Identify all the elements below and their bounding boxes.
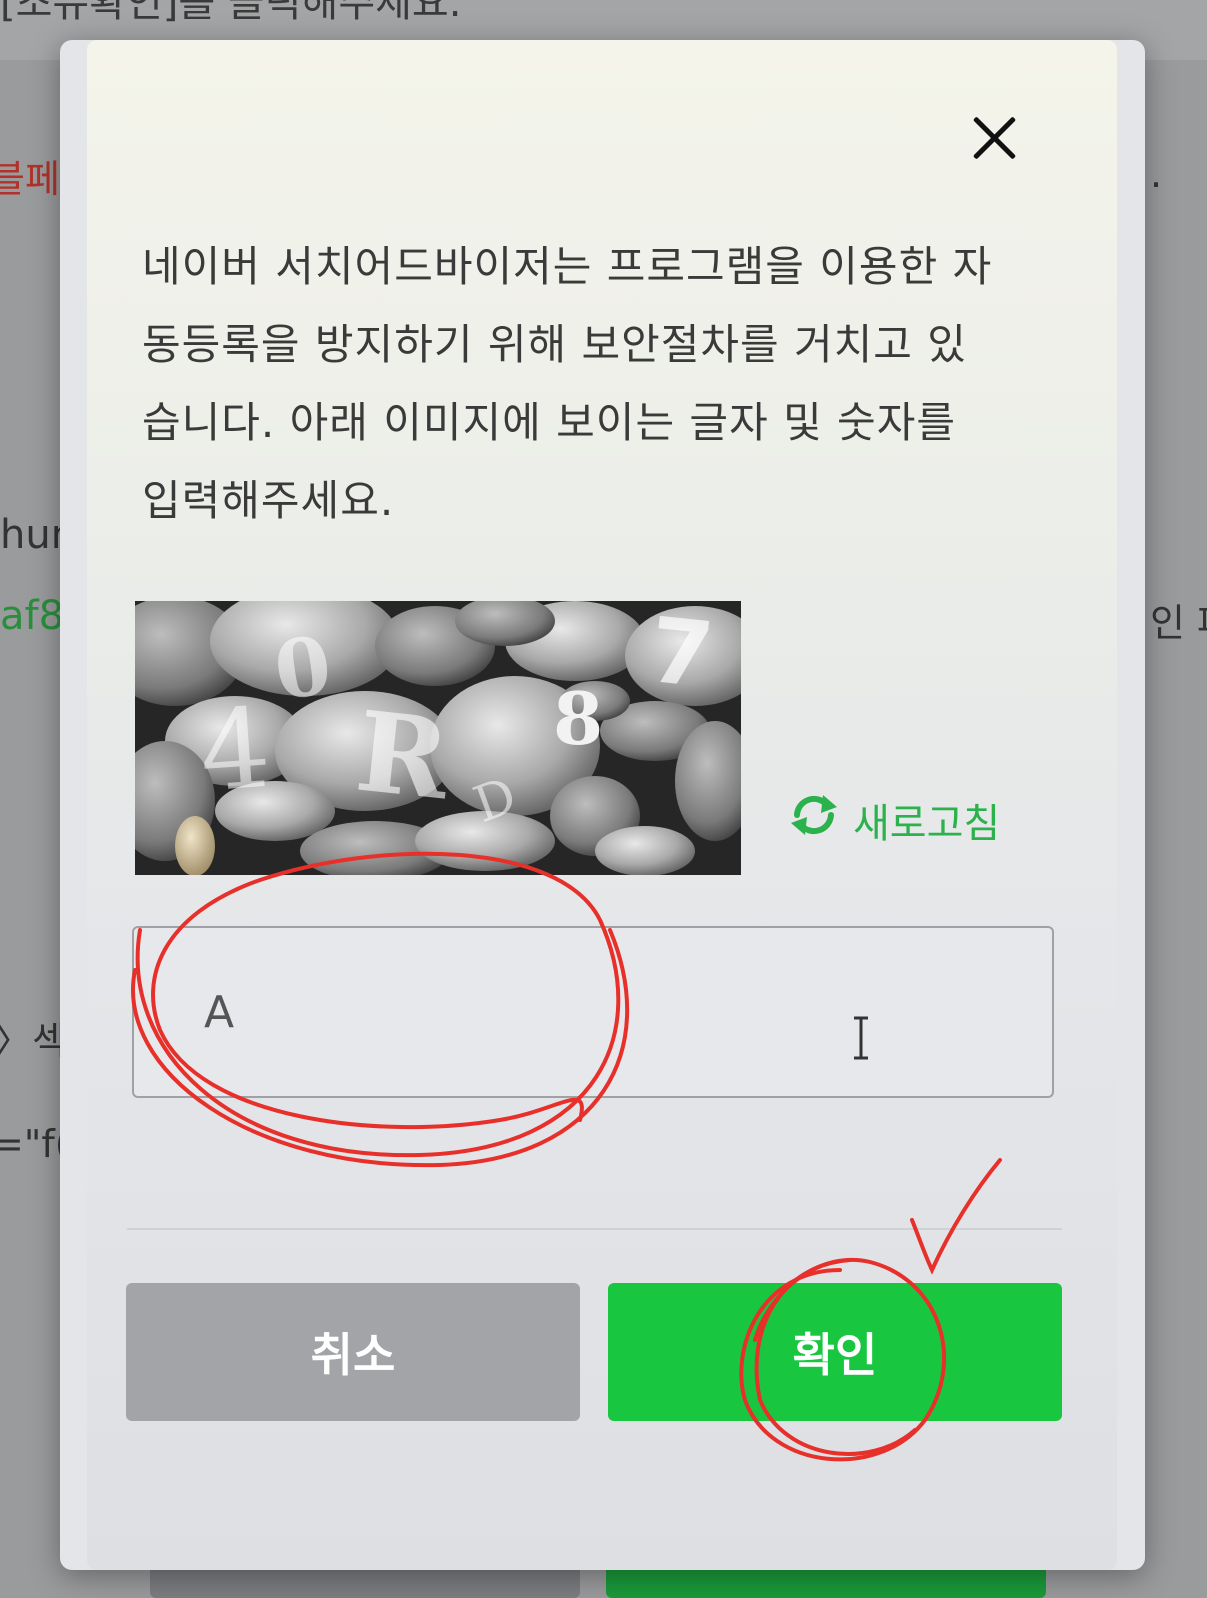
instruction-line: 네이버 서치어드바이저는 프로그램을 이용한 자: [142, 242, 993, 291]
captcha-char: R: [350, 686, 455, 825]
background-fragment: 인 파: [1150, 601, 1207, 645]
captcha-char: 4: [195, 683, 275, 817]
instruction-line: 입력해주세요.: [142, 476, 395, 525]
text-cursor-icon: [854, 1016, 868, 1060]
close-icon[interactable]: [968, 112, 1020, 164]
cancel-button[interactable]: 취소: [126, 1283, 580, 1421]
captcha-char: 7: [644, 601, 718, 709]
refresh-icon: [787, 793, 841, 847]
instruction-line: 동등록을 방지하기 위해 보안절차를 거치고 있: [142, 320, 967, 369]
instruction-line: 습니다. 아래 이미지에 보이는 글자 및 숫자를: [142, 398, 956, 447]
captcha-image: 0 7 4 8 R D: [135, 601, 741, 875]
refresh-label: 새로고침: [853, 801, 1001, 847]
captcha-answer-input[interactable]: [134, 928, 1052, 1096]
background-top-text: [조뉴확인]를 클릭해주세요.: [0, 0, 462, 26]
captcha-char: 8: [553, 676, 604, 761]
captcha-answer-field[interactable]: [132, 926, 1054, 1098]
confirm-button[interactable]: 확인: [608, 1283, 1062, 1421]
instruction-text: 네이버 서치어드바이저는 프로그램을 이용한 자 동등록을 방지하기 위해 보안…: [142, 228, 1052, 540]
background-fragment: .: [1150, 152, 1163, 196]
dialog-divider: [127, 1228, 1062, 1230]
refresh-button[interactable]: 새로고침: [787, 792, 1000, 848]
